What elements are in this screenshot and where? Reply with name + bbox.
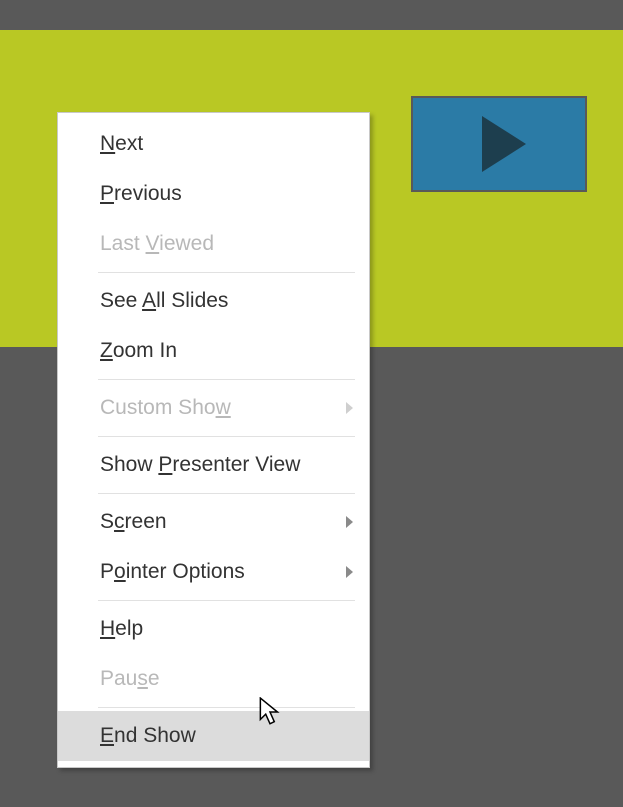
menu-item-label: Screen xyxy=(100,510,167,533)
menu-item-screen[interactable]: Screen xyxy=(58,497,369,547)
menu-separator xyxy=(98,493,355,494)
menu-item-label: See All Slides xyxy=(100,289,228,312)
menu-separator xyxy=(98,436,355,437)
menu-item-pause: Pause xyxy=(58,654,369,704)
submenu-arrow-icon xyxy=(346,402,353,414)
menu-item-label: Show Presenter View xyxy=(100,453,300,476)
play-icon xyxy=(482,116,526,172)
menu-item-label: Previous xyxy=(100,182,182,205)
menu-item-label: Custom Show xyxy=(100,396,231,419)
menu-separator xyxy=(98,379,355,380)
menu-item-zoom-in[interactable]: Zoom In xyxy=(58,326,369,376)
menu-item-custom-show: Custom Show xyxy=(58,383,369,433)
menu-separator xyxy=(98,600,355,601)
menu-item-last-viewed: Last Viewed xyxy=(58,219,369,269)
menu-item-label: Pause xyxy=(100,667,160,690)
menu-item-label: Last Viewed xyxy=(100,232,214,255)
menu-item-next[interactable]: Next xyxy=(58,119,369,169)
menu-separator xyxy=(98,707,355,708)
context-menu: Next Previous Last Viewed See All Slides Zoo… xyxy=(57,112,370,768)
menu-item-label: Help xyxy=(100,617,143,640)
menu-item-label: Zoom In xyxy=(100,339,177,362)
menu-item-label: End Show xyxy=(100,724,196,747)
menu-item-see-all-slides[interactable]: See All Slides xyxy=(58,276,369,326)
menu-item-label: Pointer Options xyxy=(100,560,245,583)
submenu-arrow-icon xyxy=(346,566,353,578)
menu-item-end-show[interactable]: End Show xyxy=(58,711,369,761)
menu-item-label: Next xyxy=(100,132,143,155)
submenu-arrow-icon xyxy=(346,516,353,528)
menu-item-help[interactable]: Help xyxy=(58,604,369,654)
menu-separator xyxy=(98,272,355,273)
menu-item-show-presenter-view[interactable]: Show Presenter View xyxy=(58,440,369,490)
menu-item-pointer-options[interactable]: Pointer Options xyxy=(58,547,369,597)
menu-item-previous[interactable]: Previous xyxy=(58,169,369,219)
play-button[interactable] xyxy=(413,98,585,190)
